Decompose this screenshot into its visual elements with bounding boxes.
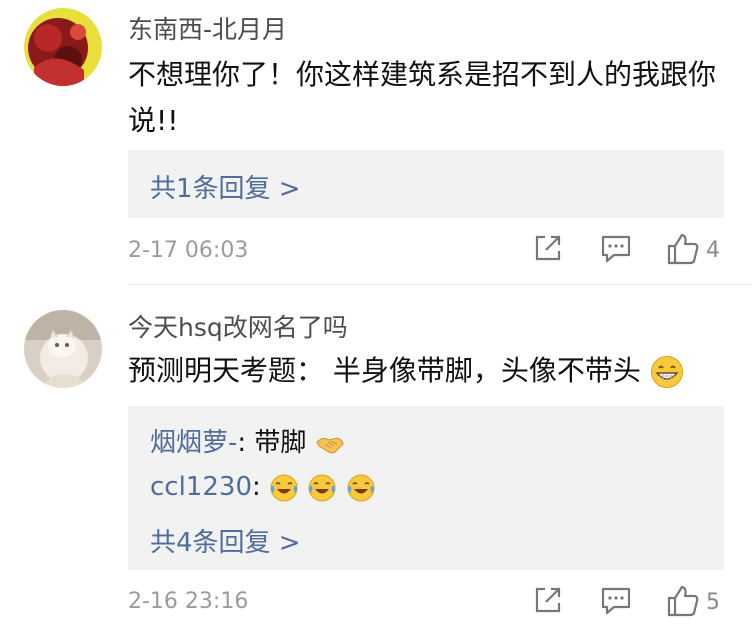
share-icon[interactable] [532, 584, 564, 616]
thumbs-up-icon[interactable] [666, 232, 700, 266]
reply-username[interactable]: 烟烟萝- [150, 428, 237, 458]
comment-item: 今天hsq改网名了吗 预测明天考题： 半身像带脚，头像不带头 烟烟萝-: 带脚 … [0, 286, 752, 628]
reply-text: 带脚 [254, 428, 307, 458]
username[interactable]: 今天hsq改网名了吗 [128, 308, 348, 344]
crying-laughing-emoji [347, 474, 375, 501]
comment-icon[interactable] [600, 232, 632, 264]
avatar[interactable] [24, 310, 102, 388]
reply-item[interactable]: ccl1230: [150, 472, 376, 503]
handshake-emoji [316, 436, 344, 453]
comment-icon[interactable] [600, 584, 632, 616]
reply-colon: : [251, 472, 270, 502]
reply-box: 烟烟萝-: 带脚 ccl1230: 共4条回复 > [128, 406, 724, 570]
avatar-image [24, 8, 102, 86]
thumbs-up-icon[interactable] [666, 584, 700, 618]
like-count: 4 [706, 238, 720, 263]
avatar-image [24, 310, 102, 388]
comment-item: 东南西-北月月 不想理你了！你这样建筑系是招不到人的我跟你说!! 共1条回复 >… [0, 0, 752, 285]
crying-laughing-emoji [270, 474, 298, 501]
more-replies-link[interactable]: 共4条回复 > [150, 522, 301, 559]
reply-colon: : [237, 428, 255, 458]
divider [128, 284, 752, 285]
crying-laughing-emoji [308, 474, 336, 501]
avatar[interactable] [24, 8, 102, 86]
like-count: 5 [706, 590, 720, 615]
reply-box[interactable]: 共1条回复 > [128, 150, 724, 218]
comment-text: 预测明天考题： 半身像带脚，头像不带头 [128, 348, 722, 394]
share-icon[interactable] [532, 232, 564, 264]
more-replies-link[interactable]: 共1条回复 > [150, 168, 301, 205]
reply-username[interactable]: ccl1230 [150, 472, 252, 502]
comment-text-content: 预测明天考题： 半身像带脚，头像不带头 [128, 354, 641, 387]
comment-text: 不想理你了！你这样建筑系是招不到人的我跟你说!! [128, 58, 717, 137]
grinning-emoji [650, 356, 683, 388]
reply-item[interactable]: 烟烟萝-: 带脚 [150, 422, 345, 459]
username[interactable]: 东南西-北月月 [128, 10, 287, 46]
